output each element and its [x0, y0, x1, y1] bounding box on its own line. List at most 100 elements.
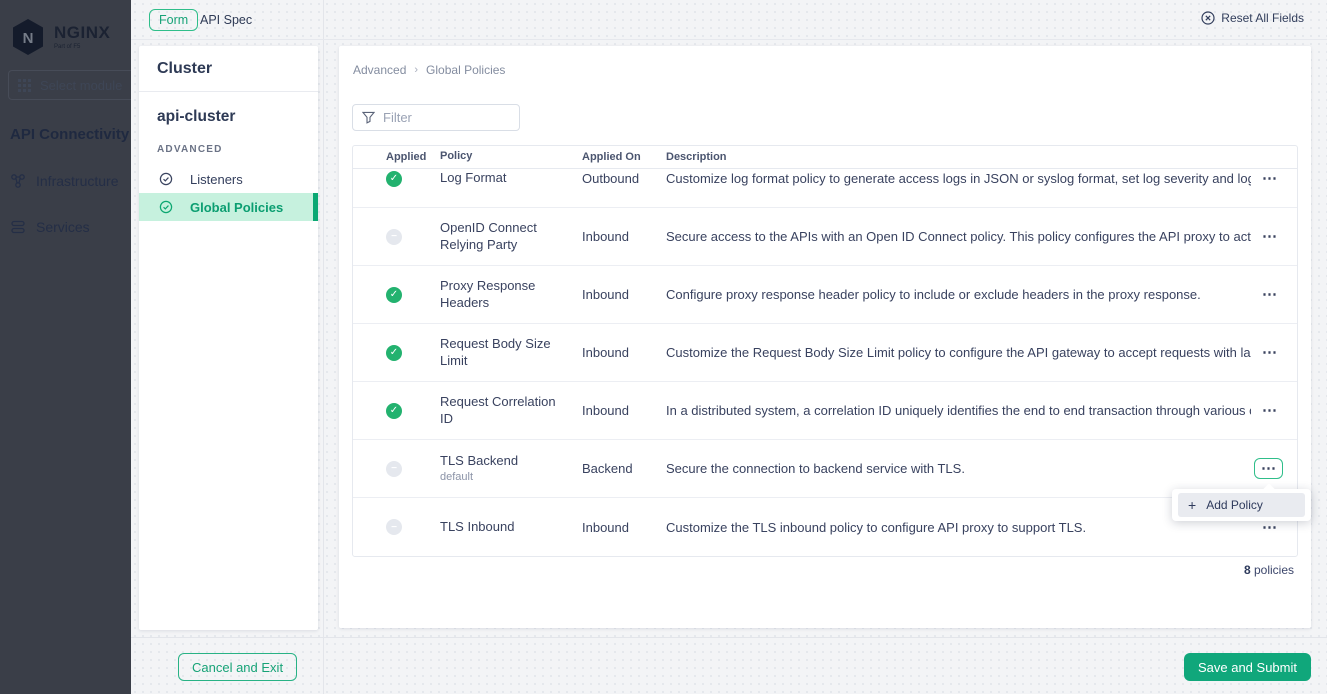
- applied-status-icon: −: [386, 228, 402, 245]
- policy-description: Secure access to the APIs with an Open I…: [666, 229, 1251, 244]
- nodes-icon: [11, 174, 25, 188]
- panel-nav-item-label: Listeners: [190, 171, 243, 187]
- policies-table: Applied Policy Applied On Description ✓ …: [352, 145, 1298, 557]
- applied-status-icon: ✓: [386, 402, 402, 419]
- tab-api-spec[interactable]: API Spec: [200, 13, 252, 27]
- policy-name: Request Correlation ID: [440, 394, 556, 426]
- app-title: API Connectivity M: [10, 126, 131, 143]
- applied-status-icon: ✓: [386, 170, 402, 187]
- applied-on-value: Outbound: [582, 171, 640, 186]
- nginx-logo: N NGINX Part of F5: [10, 18, 131, 56]
- table-row: ✓ Proxy Response Headers Inbound Configu…: [353, 266, 1297, 324]
- applied-on-value: Backend: [582, 461, 633, 476]
- cluster-panel: Cluster api-cluster ADVANCED Listeners G…: [139, 46, 318, 630]
- policy-name: TLS Backend: [440, 452, 519, 468]
- col-header-applied-on: Applied On: [582, 151, 641, 163]
- grid-icon: [18, 78, 31, 92]
- add-policy-label: Add Policy: [1206, 498, 1263, 512]
- table-row: − TLS Inbound Inbound Customize the TLS …: [353, 498, 1297, 556]
- row-actions-button[interactable]: ⋯: [1256, 285, 1283, 304]
- sidebar-item-label: Services: [36, 219, 90, 235]
- table-row: ✓ Request Correlation ID Inbound In a di…: [353, 382, 1297, 440]
- filter-input[interactable]: [383, 110, 503, 125]
- x-circle-icon: [1201, 11, 1215, 25]
- row-actions-button[interactable]: ⋯: [1256, 401, 1283, 420]
- policy-description: In a distributed system, a correlation I…: [666, 403, 1251, 418]
- col-header-policy: Policy: [440, 150, 473, 163]
- sidebar-item-label: Infrastructure: [36, 173, 119, 189]
- policy-count-number: 8: [1243, 563, 1251, 577]
- drawer-footer: Cancel and Exit Save and Submit: [131, 637, 1327, 694]
- table-row: − OpenID Connect Relying Party Inbound S…: [353, 208, 1297, 266]
- cancel-and-exit-button[interactable]: Cancel and Exit: [178, 653, 298, 681]
- policy-count: 8 policies: [1244, 563, 1294, 577]
- policy-name: OpenID Connect Relying Party: [440, 220, 537, 252]
- plus-icon: +: [1188, 497, 1197, 513]
- save-and-submit-button[interactable]: Save and Submit: [1183, 653, 1311, 681]
- column-divider: [323, 0, 324, 694]
- policy-name: TLS Inbound: [440, 518, 515, 534]
- select-module-dropdown[interactable]: Select module: [8, 70, 131, 100]
- table-body: ✓ Log Format Outbound Customize log form…: [353, 169, 1297, 556]
- check-circle-icon: [159, 200, 173, 214]
- funnel-icon: [362, 111, 375, 124]
- row-actions-button[interactable]: ⋯: [1254, 458, 1283, 479]
- row-actions-menu: + Add Policy: [1172, 483, 1311, 521]
- chevron-right-icon: ›: [414, 64, 419, 76]
- check-circle-icon: [159, 172, 173, 186]
- form-drawer: Form API Spec Reset All Fields Cluster a…: [131, 0, 1327, 694]
- nginx-hexagon-icon: N: [13, 19, 43, 55]
- breadcrumb-parent[interactable]: Advanced: [353, 63, 406, 77]
- col-header-applied: Applied: [386, 151, 427, 163]
- panel-nav-item[interactable]: Global Policies: [139, 193, 318, 221]
- policy-name: Log Format: [440, 170, 507, 186]
- policy-description: Customize log format policy to generate …: [666, 171, 1251, 186]
- policy-description: Customize the Request Body Size Limit po…: [666, 345, 1251, 360]
- add-policy-menu-item[interactable]: + Add Policy: [1178, 493, 1305, 517]
- col-header-description: Description: [666, 151, 727, 163]
- breadcrumb: Advanced › Global Policies: [353, 63, 505, 77]
- breadcrumb-current: Global Policies: [426, 63, 506, 77]
- applied-status-icon: ✓: [386, 344, 402, 361]
- policy-variant: default: [440, 470, 474, 483]
- sidebar-item-services[interactable]: Services: [10, 219, 131, 235]
- table-row: ✓ Request Body Size Limit Inbound Custom…: [353, 324, 1297, 382]
- global-policies-card: Advanced › Global Policies Applied Polic…: [339, 46, 1311, 628]
- stack-icon: [11, 220, 25, 234]
- reset-all-fields-label: Reset All Fields: [1221, 11, 1304, 25]
- panel-nav-item-label: Global Policies: [190, 199, 284, 215]
- applied-on-value: Inbound: [582, 519, 629, 535]
- select-module-label: Select module: [40, 77, 123, 93]
- panel-nav-item[interactable]: Listeners: [139, 165, 318, 193]
- row-actions-button[interactable]: ⋯: [1256, 169, 1283, 188]
- row-actions-button[interactable]: ⋯: [1256, 343, 1283, 362]
- logo-subtext: Part of F5: [54, 44, 81, 50]
- panel-heading: Cluster: [157, 59, 213, 77]
- table-row: − TLS Backend default Backend Secure the…: [353, 440, 1297, 498]
- policy-count-label: policies: [1253, 563, 1294, 577]
- applied-on-value: Inbound: [582, 287, 629, 302]
- policy-description: Customize the TLS inbound policy to conf…: [666, 519, 1087, 535]
- panel-nav: Listeners Global Policies: [139, 165, 318, 221]
- section-label: ADVANCED: [157, 144, 223, 155]
- reset-all-fields-button[interactable]: Reset All Fields: [1201, 11, 1304, 25]
- applied-status-icon: −: [386, 460, 402, 477]
- policy-description: Configure proxy response header policy t…: [666, 287, 1201, 302]
- svg-text:N: N: [23, 30, 34, 47]
- sidebar-item-infrastructure[interactable]: Infrastructure: [10, 173, 131, 189]
- row-actions-button[interactable]: ⋯: [1256, 227, 1283, 246]
- app-sidebar: N NGINX Part of F5 Select module API Con…: [0, 0, 131, 694]
- applied-on-value: Inbound: [582, 345, 629, 360]
- filter-field: [352, 104, 520, 131]
- policy-description: Secure the connection to backend service…: [666, 461, 965, 476]
- policy-name: Proxy Response Headers: [440, 278, 536, 310]
- table-header: Applied Policy Applied On Description: [353, 146, 1297, 169]
- applied-on-value: Inbound: [582, 229, 629, 244]
- tab-form[interactable]: Form: [149, 9, 199, 31]
- cluster-name: api-cluster: [157, 108, 236, 125]
- applied-on-value: Inbound: [582, 403, 629, 418]
- applied-status-icon: −: [386, 519, 402, 535]
- policy-name: Request Body Size Limit: [440, 336, 551, 368]
- applied-status-icon: ✓: [386, 286, 402, 303]
- drawer-topbar: Form API Spec Reset All Fields: [131, 0, 1327, 40]
